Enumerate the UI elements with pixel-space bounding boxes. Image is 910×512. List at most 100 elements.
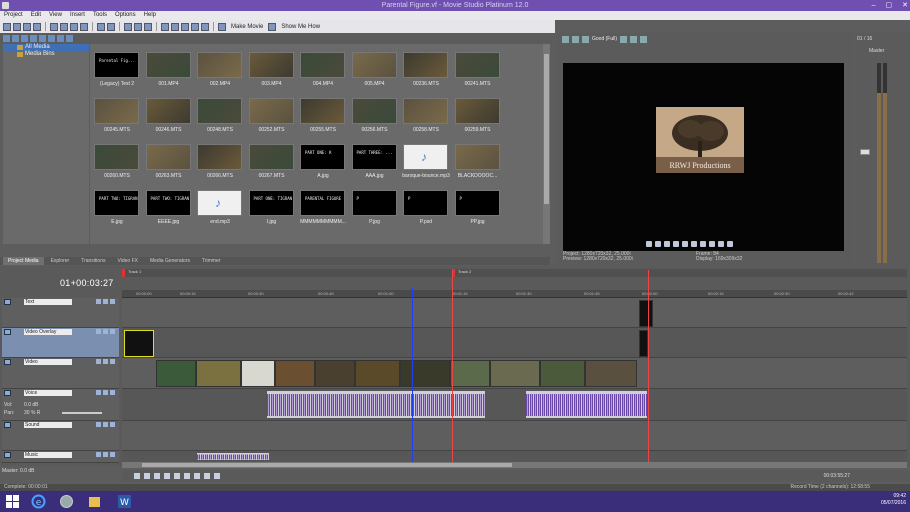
new-project-icon[interactable] [3,22,11,31]
video-clip[interactable] [450,360,490,387]
redo-icon[interactable] [107,22,115,31]
menu-project[interactable]: Project [4,11,23,20]
file-explorer-icon[interactable] [86,493,103,510]
media-thumbnail[interactable]: Parental Fig... [94,52,139,78]
media-thumbnail[interactable] [248,98,294,124]
track-number-icon[interactable] [4,329,11,335]
overlay-clip[interactable] [124,330,154,357]
track-name-field[interactable]: Video [24,359,72,365]
media-thumbnail[interactable] [454,52,500,78]
timeline-scrollbar[interactable] [122,462,907,468]
system-tray-clock[interactable]: 09:42 05/07/2016 [881,493,906,507]
envelope-tool-icon[interactable] [134,22,142,31]
media-thumbnail[interactable]: PART ONE: K [300,144,345,170]
cut-icon[interactable] [50,22,58,31]
media-thumbnail[interactable] [197,52,242,78]
media-thumbnail[interactable]: ♪ [197,190,242,216]
copy-snapshot-icon[interactable] [630,35,638,43]
save-snapshot-icon[interactable] [640,35,648,43]
media-fx-icon[interactable] [39,34,46,42]
media-thumbnail[interactable]: PART ONE: TIGRAN [248,190,294,216]
track-lane[interactable] [122,328,907,358]
next-frame-icon[interactable] [214,473,220,479]
stop-icon[interactable] [174,473,180,479]
track-lane[interactable] [122,298,907,328]
media-thumbnail[interactable] [300,98,345,124]
video-clip[interactable] [275,360,315,387]
track-name-field[interactable]: Sound [24,422,72,428]
media-thumbnail[interactable] [94,144,139,170]
track-lane[interactable] [122,421,907,451]
make-movie-button[interactable]: Make Movie [231,24,263,30]
mute-icon[interactable] [103,299,108,304]
music-audio-clip[interactable] [196,452,270,461]
save-icon[interactable] [23,22,31,31]
media-thumbnail[interactable] [351,98,397,124]
mute-icon[interactable] [103,452,108,457]
track-fx-icon[interactable] [96,422,101,427]
open-icon[interactable] [13,22,21,31]
auto-preview-icon[interactable] [48,34,55,42]
preview-device-icon[interactable] [562,35,569,43]
loop-icon[interactable] [655,241,661,247]
menu-options[interactable]: Options [115,11,136,20]
track-number-icon[interactable] [4,299,11,305]
time-ruler[interactable]: 00:00:00 00:00:15 00:00:30 00:00:45 00:01:00… [122,290,907,298]
ignore-grouping-icon[interactable] [191,22,199,31]
capture-icon[interactable] [12,34,19,42]
tab-transitions[interactable]: Transitions [76,257,110,265]
media-thumbnail[interactable] [351,52,397,78]
play-from-start-icon[interactable] [144,473,150,479]
marker-flag[interactable] [122,269,125,277]
go-to-start-icon[interactable] [700,241,706,247]
solo-icon[interactable] [110,390,115,395]
video-clip[interactable] [156,360,196,387]
scrollbar-thumb[interactable] [142,463,512,467]
maximize-button[interactable]: ▢ [886,0,893,11]
auto-ripple-icon[interactable] [171,22,179,31]
record-icon[interactable] [646,241,652,247]
go-to-end-icon[interactable] [709,241,715,247]
track-fx-icon[interactable] [96,390,101,395]
minimize-button[interactable]: – [872,0,876,11]
tab-trimmer[interactable]: Trimmer [197,257,225,265]
settings-icon[interactable] [201,22,209,31]
properties-icon[interactable] [33,22,41,31]
media-thumbnail[interactable] [145,52,191,78]
track-header[interactable]: Video Overlay [2,328,119,358]
paste-icon[interactable] [70,22,78,31]
internet-explorer-icon[interactable]: e [30,493,47,510]
media-thumbnail[interactable] [145,144,191,170]
track-number-icon[interactable] [4,390,11,396]
solo-icon[interactable] [110,359,115,364]
video-clip[interactable] [585,360,637,387]
menu-tools[interactable]: Tools [93,11,107,20]
close-button[interactable]: ✕ [902,0,908,11]
media-thumbnail[interactable] [248,144,294,170]
undo-icon[interactable] [97,22,105,31]
delete-icon[interactable] [80,22,88,31]
video-clip[interactable] [490,360,540,387]
solo-icon[interactable] [110,299,115,304]
tree-item-media-bins[interactable]: Media Bins [3,51,89,58]
split-screen-icon[interactable] [572,35,579,43]
track-name-field[interactable]: Voice [24,390,72,396]
pause-icon[interactable] [164,473,170,479]
media-thumbnail[interactable] [403,98,448,124]
tab-video-fx[interactable]: Video FX [112,257,142,265]
track-fx-icon[interactable] [96,299,101,304]
mute-icon[interactable] [103,329,108,334]
track-number-icon[interactable] [4,359,11,365]
media-thumbnail[interactable] [454,98,500,124]
word-icon[interactable]: W [116,493,133,510]
tab-media-generators[interactable]: Media Generators [145,257,195,265]
go-to-end-icon[interactable] [194,473,200,479]
playhead-cursor[interactable] [412,288,413,463]
media-thumbnail[interactable] [145,98,191,124]
prev-frame-icon[interactable] [718,241,724,247]
media-thumbnail[interactable] [300,52,345,78]
video-clip[interactable] [241,360,275,387]
track-lane[interactable] [122,389,907,421]
video-clip[interactable] [540,360,585,387]
track-header[interactable]: Video [2,358,119,389]
